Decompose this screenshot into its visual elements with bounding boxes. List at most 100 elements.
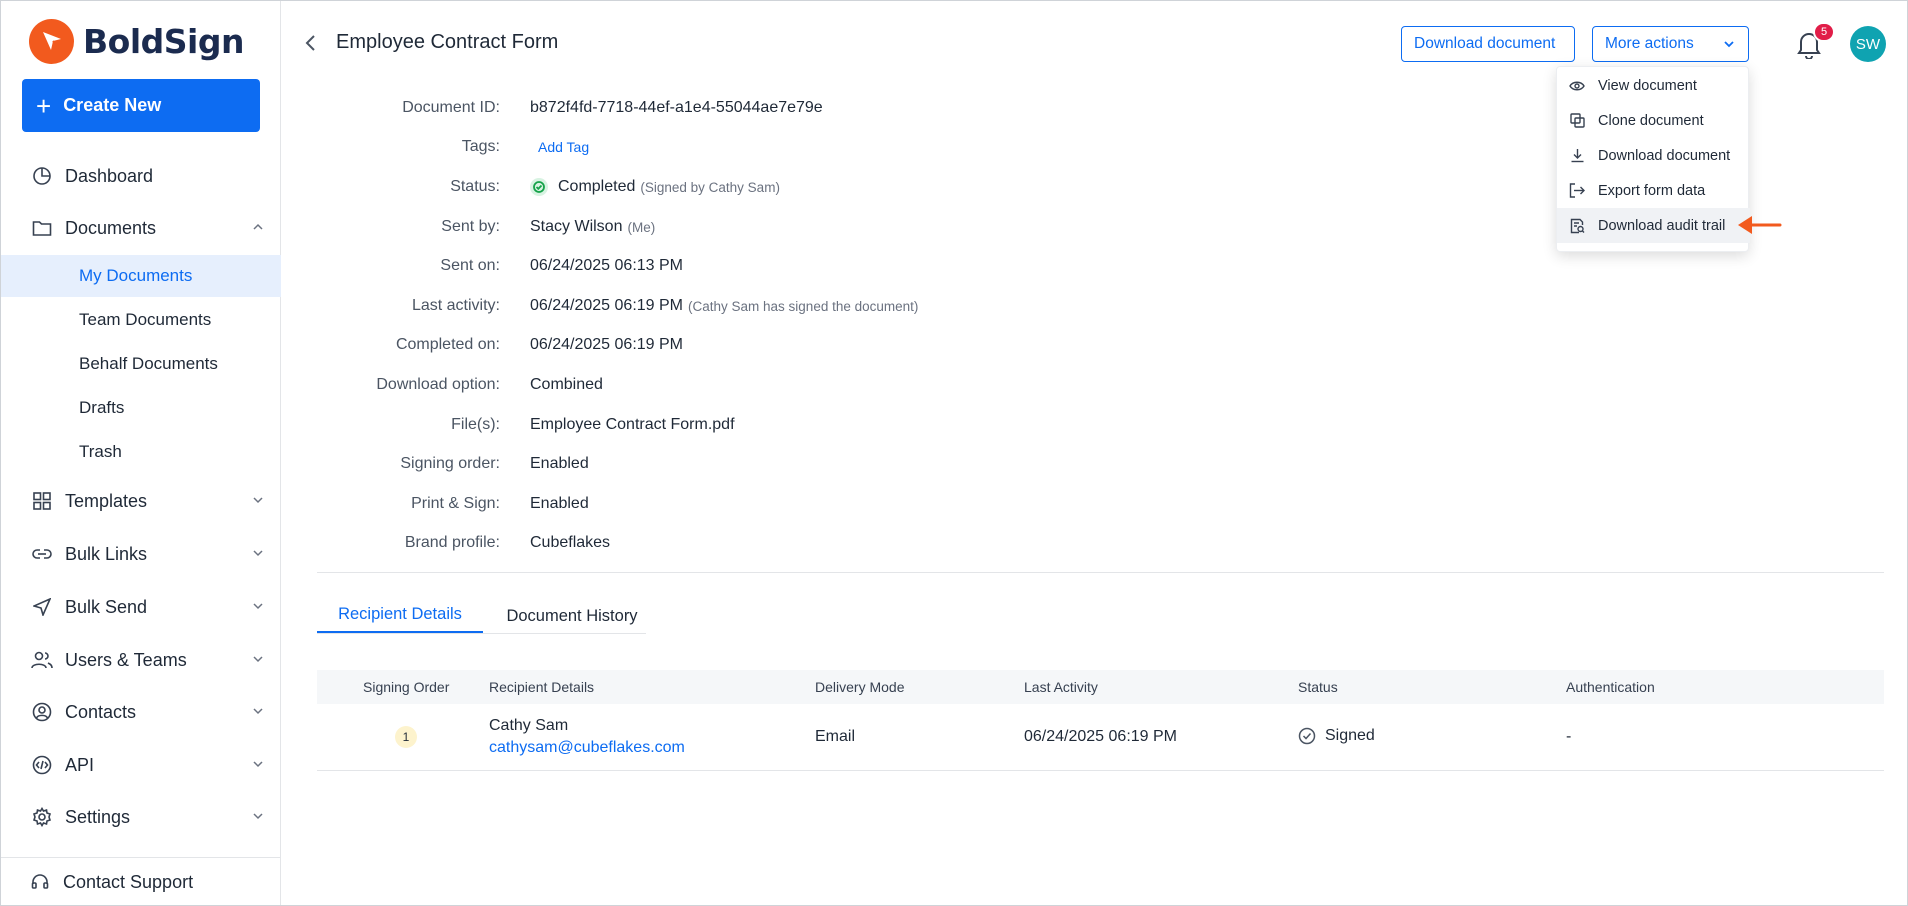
pointer-arrow-icon: [1738, 216, 1782, 234]
chevron-down-icon: [253, 497, 263, 504]
menu-item-export-form-data[interactable]: Export form data: [1557, 173, 1750, 208]
sent-by-note: (Me): [627, 219, 656, 235]
sent-on-value: 06/24/2025 06:13 PM: [530, 257, 684, 274]
eye-icon: [1569, 78, 1585, 94]
check-circle-icon: [1298, 727, 1316, 745]
avatar[interactable]: SW: [1850, 26, 1886, 62]
completed-on-value: 06/24/2025 06:19 PM: [530, 336, 684, 353]
sidebar-item-label: Dashboard: [65, 165, 154, 186]
brand-logo[interactable]: BoldSign: [29, 17, 244, 65]
more-actions-menu: View document Clone document Download do…: [1556, 66, 1750, 252]
sidebar-item-bulk-links[interactable]: Bulk Links: [1, 532, 281, 576]
chevron-down-icon: [253, 708, 263, 715]
sidebar-subitem-drafts[interactable]: Drafts: [1, 387, 281, 429]
detail-label: Sent by:: [441, 218, 500, 235]
chevron-down-icon: [253, 761, 263, 768]
column-header: Status: [1298, 679, 1338, 695]
sidebar-item-label: Settings: [65, 806, 131, 827]
check-circle-icon: [530, 178, 548, 196]
sidebar-subitem-behalf-documents[interactable]: Behalf Documents: [1, 343, 281, 385]
detail-row-sent-on: Sent on: 06/24/2025 06:13 PM: [301, 251, 1001, 281]
more-actions-button[interactable]: More actions: [1592, 26, 1749, 62]
pie-chart-icon: [31, 165, 53, 187]
detail-row-status: Status: Completed (Signed by Cathy Sam): [301, 172, 1001, 202]
sidebar-subitem-my-documents[interactable]: My Documents: [1, 255, 281, 297]
add-tag-link[interactable]: Add Tag: [538, 139, 589, 155]
recipient-email-link[interactable]: cathysam@cubeflakes.com: [489, 739, 685, 757]
detail-row-last-activity: Last activity: 06/24/2025 06:19 PM (Cath…: [301, 291, 1001, 321]
detail-label: Sent on:: [440, 257, 500, 274]
menu-item-label: Download document: [1598, 147, 1731, 164]
detail-row-tags: Tags: Add Tag: [301, 132, 1001, 162]
sidebar-item-label: Templates: [65, 490, 148, 511]
menu-item-label: Clone document: [1598, 112, 1704, 129]
sidebar-item-label: Users & Teams: [65, 649, 187, 670]
app-window: BoldSign + Create New Dashboard Document…: [0, 0, 1908, 906]
column-header: Last Activity: [1024, 679, 1098, 695]
column-header: Delivery Mode: [815, 679, 905, 695]
more-actions-label: More actions: [1605, 35, 1694, 52]
sidebar-item-users-teams[interactable]: Users & Teams: [1, 638, 281, 682]
menu-item-download-audit-trail[interactable]: Download audit trail: [1557, 208, 1750, 243]
menu-item-download-document[interactable]: Download document: [1557, 138, 1750, 173]
status-note: (Signed by Cathy Sam): [640, 179, 780, 195]
api-icon: [31, 754, 53, 776]
sidebar-item-label: Bulk Send: [65, 596, 148, 617]
download-document-button[interactable]: Download document: [1401, 26, 1575, 62]
signing-order-badge: 1: [395, 726, 417, 748]
detail-row-download-option: Download option: Combined: [301, 370, 1001, 400]
detail-label: Tags:: [461, 138, 500, 155]
back-arrow-icon[interactable]: [301, 33, 321, 53]
detail-row-files: File(s): Employee Contract Form.pdf: [301, 410, 1001, 440]
sidebar-item-label: Contacts: [65, 701, 137, 722]
files-value: Employee Contract Form.pdf: [530, 416, 735, 433]
column-header: Authentication: [1566, 679, 1655, 695]
detail-row-signing-order: Signing order: Enabled: [301, 449, 1001, 479]
sidebar-item-contacts[interactable]: Contacts: [1, 690, 281, 734]
table-row[interactable]: 1 Cathy Sam cathysam@cubeflakes.com Emai…: [317, 704, 1884, 771]
recipient-status: Signed: [1298, 727, 1375, 745]
sidebar-item-documents[interactable]: Documents: [1, 206, 281, 250]
link-icon: [31, 543, 53, 565]
sidebar-subitem-trash[interactable]: Trash: [1, 431, 281, 473]
sidebar-item-label: API: [65, 754, 95, 775]
delivery-mode: Email: [815, 728, 856, 745]
folder-icon: [31, 217, 53, 239]
brand-name: BoldSign: [83, 21, 244, 61]
detail-value: Stacy Wilson (Me): [530, 218, 655, 236]
divider: [317, 572, 1884, 573]
document-id-value: b872f4fd-7718-44ef-a1e4-55044ae7e79e: [530, 99, 823, 116]
menu-item-clone-document[interactable]: Clone document: [1557, 103, 1750, 138]
contact-support-label: Contact Support: [63, 872, 194, 892]
last-activity-note: (Cathy Sam has signed the document): [688, 298, 919, 314]
audit-trail-icon: [1569, 218, 1585, 234]
detail-label: Status:: [450, 178, 500, 195]
create-new-button[interactable]: + Create New: [22, 79, 260, 132]
detail-row-sent-by: Sent by: Stacy Wilson (Me): [301, 212, 1001, 242]
status-value: Completed: [558, 178, 636, 195]
contact-support-link[interactable]: Contact Support: [1, 857, 281, 905]
detail-value: Add Tag: [530, 139, 589, 155]
sidebar-item-settings[interactable]: Settings: [1, 795, 281, 839]
users-icon: [31, 649, 53, 671]
sidebar-item-dashboard[interactable]: Dashboard: [1, 154, 281, 198]
tab-recipient-details[interactable]: Recipient Details: [317, 598, 483, 634]
print-sign-value: Enabled: [530, 495, 589, 512]
detail-label: Brand profile:: [404, 534, 500, 551]
plus-icon: +: [36, 90, 52, 121]
menu-item-label: Export form data: [1598, 182, 1706, 199]
sidebar-item-api[interactable]: API: [1, 743, 281, 787]
detail-value: 06/24/2025 06:19 PM (Cathy Sam has signe…: [530, 297, 918, 315]
menu-item-label: View document: [1598, 77, 1697, 94]
sidebar-subitem-team-documents[interactable]: Team Documents: [1, 299, 281, 341]
table-header: Signing Order Recipient Details Delivery…: [317, 670, 1884, 704]
sidebar-item-bulk-send[interactable]: Bulk Send: [1, 585, 281, 629]
grid-icon: [31, 490, 53, 512]
tab-document-history[interactable]: Document History: [489, 598, 655, 634]
contact-icon: [31, 701, 53, 723]
menu-item-view-document[interactable]: View document: [1557, 68, 1750, 103]
gear-icon: [31, 806, 53, 828]
sidebar-item-label: Bulk Links: [65, 543, 148, 564]
sidebar-item-templates[interactable]: Templates: [1, 479, 281, 523]
chevron-up-icon: [253, 223, 263, 230]
